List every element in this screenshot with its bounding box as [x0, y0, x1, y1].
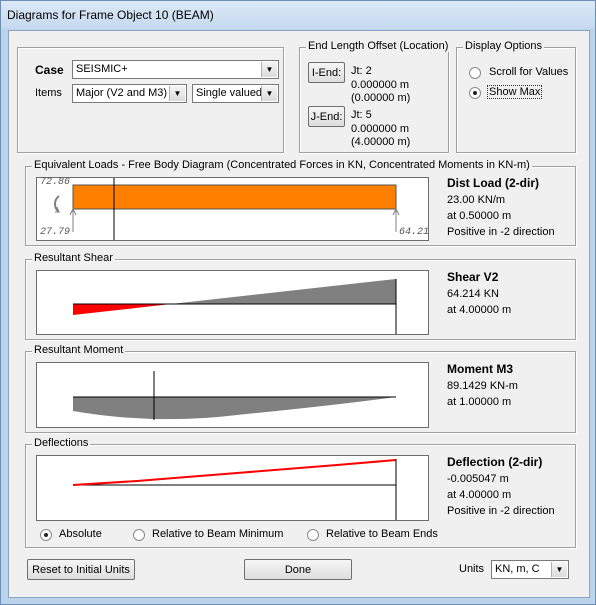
shear-group: Resultant Shear Shear V2 64.214 KN at 4.…: [25, 252, 576, 340]
shear-info-location: at 4.00000 m: [447, 304, 512, 316]
loads-info: Dist Load (2-dir) 23.00 KN/m at 0.50000 …: [447, 175, 555, 240]
loads-info-value: 23.00 KN/m: [447, 194, 506, 206]
shear-info: Shear V2 64.214 KN at 4.00000 m: [447, 269, 511, 318]
offset-caption: End Length Offset (Location): [306, 40, 451, 52]
window-title: Diagrams for Frame Object 10 (BEAM): [7, 8, 214, 22]
loads-diagram-svg: [54, 178, 400, 240]
show-max-label: Show Max: [487, 85, 543, 99]
shear-info-title: Shear V2: [447, 270, 499, 284]
done-button[interactable]: Done: [244, 559, 352, 580]
moment-diagram-svg: [73, 371, 396, 420]
loads-info-direction: Positive in -2 direction: [447, 226, 555, 238]
i-end-joint: Jt: 2: [351, 65, 372, 77]
deflection-info-location: at 4.00000 m: [447, 489, 512, 501]
reset-units-button[interactable]: Reset to Initial Units: [27, 559, 135, 580]
items-label: Items: [35, 87, 62, 99]
case-group: Case SEISMIC+ ▼ Items Major (V2 and M3) …: [17, 47, 284, 153]
case-select[interactable]: SEISMIC+ ▼: [72, 60, 279, 79]
show-max-radio[interactable]: [469, 87, 481, 99]
shear-negative-region: [73, 304, 171, 315]
offset-group: End Length Offset (Location) I-End: Jt: …: [299, 40, 451, 153]
deflection-info-value: -0.005047 m: [447, 473, 509, 485]
i-end-location: (0.00000 m): [351, 92, 411, 104]
left-force-value: 27.79: [40, 227, 71, 238]
relative-ends-label: Relative to Beam Ends: [326, 528, 438, 540]
items-valued-value: Single valued: [196, 87, 263, 99]
items-valued-select[interactable]: Single valued ▼: [192, 84, 279, 103]
shear-diagram-svg: [73, 279, 397, 334]
left-moment-value: 72.86: [40, 177, 71, 188]
dialog-client: Case SEISMIC+ ▼ Items Major (V2 and M3) …: [8, 30, 590, 598]
moment-diagram: [36, 362, 429, 428]
chevron-down-icon: ▼: [261, 86, 277, 101]
relative-min-radio[interactable]: [133, 529, 145, 541]
deflection-diagram: [36, 455, 429, 521]
moment-info-title: Moment M3: [447, 362, 513, 376]
items-component-value: Major (V2 and M3): [76, 87, 168, 99]
relative-ends-radio[interactable]: [307, 529, 319, 541]
deflection-info: Deflection (2-dir) -0.005047 m at 4.0000…: [447, 454, 555, 519]
deflection-curve: [72, 459, 397, 486]
i-end-button[interactable]: I-End:: [308, 62, 345, 83]
title-bar: Diagrams for Frame Object 10 (BEAM): [1, 1, 595, 29]
display-options-caption: Display Options: [463, 40, 545, 52]
moment-info-location: at 1.00000 m: [447, 396, 512, 408]
chevron-down-icon: ▼: [169, 86, 185, 101]
loads-caption: Equivalent Loads - Free Body Diagram (Co…: [32, 159, 532, 171]
shear-positive-region: [171, 279, 396, 304]
units-select[interactable]: KN, m, C ▼: [491, 560, 569, 579]
scroll-values-radio[interactable]: [469, 67, 481, 79]
absolute-label: Absolute: [59, 528, 102, 540]
deflection-diagram-svg: [72, 459, 397, 520]
distributed-load-bar: [72, 184, 397, 210]
j-end-button[interactable]: J-End:: [308, 106, 345, 127]
j-end-offset: 0.000000 m: [351, 123, 410, 135]
chevron-down-icon: ▼: [261, 62, 277, 77]
j-end-joint: Jt: 5: [351, 109, 372, 121]
shear-diagram: [36, 270, 429, 335]
deflection-caption: Deflections: [32, 437, 91, 449]
chevron-down-icon: ▼: [551, 562, 567, 577]
shear-info-value: 64.214 KN: [447, 288, 499, 300]
right-force-value: 64.21: [399, 227, 430, 238]
loads-diagram: 72.86 27.79 64.21: [36, 177, 429, 241]
loads-info-location: at 0.50000 m: [447, 210, 512, 222]
j-end-location: (4.00000 m): [351, 136, 411, 148]
display-options-group: Display Options Scroll for Values Show M…: [456, 40, 576, 153]
loads-info-title: Dist Load (2-dir): [447, 176, 539, 190]
moment-group: Resultant Moment Moment M3 89.1429 KN-m …: [25, 344, 576, 433]
deflection-group: Deflections Deflection (2-dir) -0.005047…: [25, 437, 576, 548]
diagram-window: Diagrams for Frame Object 10 (BEAM) Case…: [0, 0, 596, 605]
case-select-value: SEISMIC+: [76, 63, 128, 75]
moment-info: Moment M3 89.1429 KN-m at 1.00000 m: [447, 361, 518, 410]
items-component-select[interactable]: Major (V2 and M3) ▼: [72, 84, 187, 103]
units-label: Units: [459, 563, 485, 575]
deflection-info-title: Deflection (2-dir): [447, 455, 543, 469]
case-label: Case: [35, 63, 64, 77]
moment-info-value: 89.1429 KN-m: [447, 380, 518, 392]
scroll-values-label: Scroll for Values: [489, 66, 569, 78]
absolute-radio[interactable]: [40, 529, 52, 541]
relative-min-label: Relative to Beam Minimum: [152, 528, 284, 540]
i-end-offset: 0.000000 m: [351, 79, 410, 91]
units-select-value: KN, m, C: [495, 563, 540, 575]
shear-caption: Resultant Shear: [32, 252, 115, 264]
deflection-info-direction: Positive in -2 direction: [447, 505, 555, 517]
moment-curve-region: [73, 397, 396, 420]
moment-caption: Resultant Moment: [32, 344, 126, 356]
loads-group: Equivalent Loads - Free Body Diagram (Co…: [25, 159, 576, 246]
